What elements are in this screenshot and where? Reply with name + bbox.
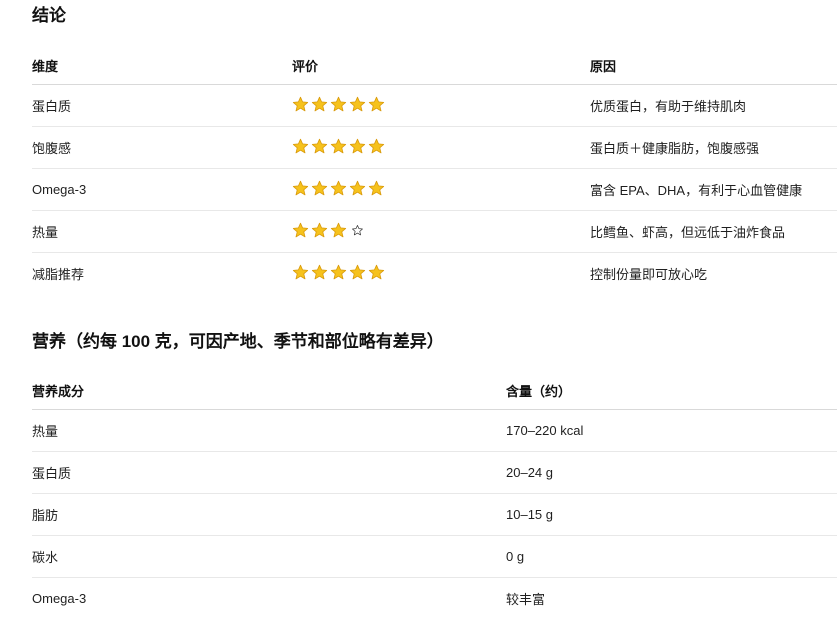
star-filled-icon — [292, 180, 309, 197]
conclusion-heading: 结论 — [32, 6, 66, 25]
conclusion-row: 热量 比鳕鱼、虾高，但远低于油炸食品 — [32, 210, 837, 253]
conclusion-row: Omega-3 富含 EPA、DHA，有利于心血管健康 — [32, 168, 837, 211]
star-filled-icon — [368, 264, 385, 281]
star-filled-icon — [349, 264, 366, 281]
nutrition-header-row: 营养成分 含量（约） — [32, 371, 837, 410]
header-amount: 含量（约） — [506, 371, 837, 410]
star-filled-icon — [368, 180, 385, 197]
conclusion-row: 饱腹感 蛋白质＋健康脂肪，饱腹感强 — [32, 126, 837, 169]
star-filled-icon — [311, 138, 328, 155]
dimension-cell: 热量 — [32, 210, 292, 253]
nutrition-heading: 营养（约每 100 克，可因产地、季节和部位略有差异） — [32, 332, 444, 351]
star-rating — [292, 264, 387, 281]
star-filled-icon — [311, 222, 328, 239]
dimension-cell: 饱腹感 — [32, 126, 292, 169]
star-filled-icon — [368, 96, 385, 113]
star-rating — [292, 96, 387, 113]
star-rating — [292, 222, 368, 239]
star-filled-icon — [311, 180, 328, 197]
star-filled-icon — [311, 96, 328, 113]
rating-cell — [292, 210, 590, 253]
star-filled-icon — [330, 138, 347, 155]
nutrition-row: 热量 170–220 kcal — [32, 409, 837, 452]
star-filled-icon — [330, 222, 347, 239]
dimension-cell: 蛋白质 — [32, 84, 292, 127]
header-dimension: 维度 — [32, 46, 292, 85]
nutrient-name-cell: 碳水 — [32, 535, 506, 578]
nutrient-amount-cell: 较丰富 — [506, 592, 546, 607]
star-filled-icon — [368, 138, 385, 155]
nutrition-table: 营养成分 含量（约） 热量 170–220 kcal 蛋白质 20–24 g 脂肪 10–… — [32, 371, 837, 619]
reason-cell: 比鳕鱼、虾高，但远低于油炸食品 — [590, 210, 837, 253]
star-filled-icon — [349, 96, 366, 113]
star-filled-icon — [292, 96, 309, 113]
star-rating — [292, 180, 387, 197]
conclusion-row: 减脂推荐 控制份量即可放心吃 — [32, 253, 837, 295]
star-filled-icon — [330, 180, 347, 197]
nutrition-row: 碳水 0 g — [32, 535, 837, 578]
nutrient-amount-cell: 0 g — [506, 535, 837, 578]
star-filled-icon — [292, 264, 309, 281]
star-rating — [292, 138, 387, 155]
nutrient-name-cell: 热量 — [32, 409, 506, 452]
star-outline-icon — [349, 222, 366, 239]
nutrient-amount-cell: 10–15 g — [506, 493, 837, 536]
star-filled-icon — [292, 222, 309, 239]
star-filled-icon — [349, 180, 366, 197]
nutrient-name-cell: 脂肪 — [32, 493, 506, 536]
star-filled-icon — [330, 96, 347, 113]
reason-cell: 蛋白质＋健康脂肪，饱腹感强 — [590, 126, 837, 169]
reason-cell: 富含 EPA、DHA，有利于心血管健康 — [590, 168, 837, 211]
reason-cell: 控制份量即可放心吃 — [590, 267, 708, 282]
rating-cell — [292, 168, 590, 211]
star-filled-icon — [330, 264, 347, 281]
rating-cell — [292, 126, 590, 169]
rating-cell — [292, 84, 590, 127]
star-filled-icon — [349, 138, 366, 155]
star-filled-icon — [292, 138, 309, 155]
rating-cell — [292, 253, 590, 295]
conclusion-table: 维度 评价 原因 蛋白质 优质蛋白，有助于维持肌肉饱腹感 蛋白质＋健康脂肪，饱腹感强… — [32, 46, 837, 294]
nutrition-row: Omega-3 较丰富 — [32, 578, 837, 620]
conclusion-row: 蛋白质 优质蛋白，有助于维持肌肉 — [32, 84, 837, 127]
dimension-cell: Omega-3 — [32, 168, 292, 211]
star-filled-icon — [311, 264, 328, 281]
nutrient-name-cell: 蛋白质 — [32, 451, 506, 494]
header-rating: 评价 — [292, 46, 590, 85]
nutrient-amount-cell: 170–220 kcal — [506, 409, 837, 452]
header-nutrient: 营养成分 — [32, 371, 506, 410]
conclusion-header-row: 维度 评价 原因 — [32, 46, 837, 85]
nutrient-amount-cell: 20–24 g — [506, 451, 837, 494]
header-reason: 原因 — [590, 46, 837, 85]
dimension-cell: 减脂推荐 — [32, 267, 85, 282]
reason-cell: 优质蛋白，有助于维持肌肉 — [590, 84, 837, 127]
nutrition-row: 蛋白质 20–24 g — [32, 451, 837, 494]
nutrient-name-cell: Omega-3 — [32, 591, 87, 606]
nutrition-row: 脂肪 10–15 g — [32, 493, 837, 536]
